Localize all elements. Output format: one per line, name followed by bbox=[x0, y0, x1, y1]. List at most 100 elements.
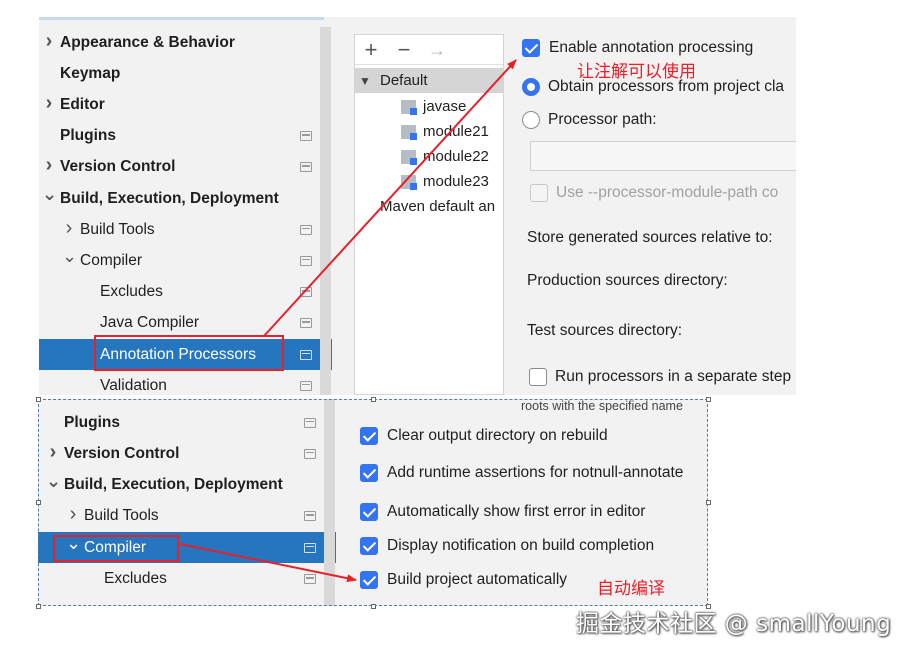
module-icon bbox=[401, 99, 417, 115]
add-icon[interactable]: + bbox=[359, 37, 383, 63]
run-separate-step-checkbox[interactable] bbox=[529, 368, 547, 386]
project-settings-icon bbox=[300, 131, 312, 142]
build-notification-checkbox[interactable] bbox=[360, 537, 378, 555]
project-settings-icon bbox=[300, 255, 312, 266]
project-settings-icon bbox=[304, 417, 316, 428]
sidebar-item[interactable]: › Build Tools bbox=[38, 501, 336, 532]
project-settings-icon bbox=[300, 349, 312, 360]
chevron-right-icon[interactable]: › bbox=[42, 154, 56, 177]
module-row[interactable]: module21 bbox=[355, 119, 503, 144]
sidebar-item[interactable]: Keymap bbox=[39, 58, 332, 89]
project-settings-icon bbox=[300, 287, 312, 298]
bottom-tree-scrollbar[interactable] bbox=[324, 399, 335, 606]
sidebar-item-label: Build Tools bbox=[80, 220, 155, 238]
processor-path-label: Processor path: bbox=[548, 111, 657, 128]
sidebar-item-label: Excludes bbox=[104, 570, 167, 587]
build-automatically-note: 自动编译 bbox=[597, 579, 665, 599]
processor-profile-list: + − → ▼ Default javase module21 module22… bbox=[354, 34, 504, 395]
project-settings-icon bbox=[300, 162, 312, 173]
sidebar-item-label: Validation bbox=[100, 376, 167, 394]
module-row[interactable]: module22 bbox=[355, 144, 503, 169]
sidebar-item[interactable]: Validation bbox=[39, 370, 332, 395]
profile-default[interactable]: ▼ Default bbox=[355, 68, 503, 93]
sidebar-item[interactable]: Excludes bbox=[39, 277, 332, 308]
run-separate-step-label: Run processors in a separate step bbox=[555, 368, 792, 385]
processor-path-input[interactable] bbox=[530, 141, 796, 171]
build-notification-label: Display notification on build completion bbox=[387, 537, 655, 554]
sidebar-item-label: Build, Execution, Deployment bbox=[60, 189, 279, 207]
resize-handle[interactable] bbox=[371, 397, 376, 402]
sidebar-item[interactable]: ⌄ Build, Execution, Deployment bbox=[38, 470, 336, 501]
production-sources-label: Production sources directory: bbox=[527, 272, 728, 289]
processor-path-radio[interactable] bbox=[522, 111, 540, 129]
show-first-error-checkbox[interactable] bbox=[360, 503, 378, 521]
chevron-down-icon[interactable]: ⌄ bbox=[42, 184, 57, 205]
sidebar-item[interactable]: › Appearance & Behavior bbox=[39, 27, 332, 58]
module-label: module22 bbox=[423, 148, 489, 165]
sidebar-item[interactable]: Plugins bbox=[39, 121, 332, 152]
clear-output-label: Clear output directory on rebuild bbox=[387, 427, 608, 444]
module-label: module23 bbox=[423, 173, 489, 190]
sidebar-item[interactable]: Plugins bbox=[38, 407, 336, 438]
processor-module-path-label: Use --processor-module-path co bbox=[556, 184, 779, 201]
move-icon[interactable]: → bbox=[425, 37, 449, 63]
sidebar-item[interactable]: Excludes bbox=[38, 564, 336, 595]
show-first-error-label: Automatically show first error in editor bbox=[387, 503, 646, 520]
chevron-right-icon[interactable]: › bbox=[46, 441, 60, 464]
top-settings-content: + − → ▼ Default javase module21 module22… bbox=[332, 17, 796, 395]
module-icon bbox=[401, 124, 417, 140]
watermark: 掘金技术社区 @ smallYoung bbox=[576, 611, 892, 637]
remove-icon[interactable]: − bbox=[392, 37, 416, 63]
module-icon bbox=[401, 149, 417, 165]
sidebar-item[interactable]: ⌄ Compiler bbox=[39, 245, 332, 276]
profile-maven-label: Maven default an bbox=[380, 198, 496, 215]
profile-maven-default[interactable]: Maven default an bbox=[355, 194, 503, 219]
enable-annotation-processing-checkbox[interactable] bbox=[522, 39, 540, 57]
profile-default-label: Default bbox=[380, 72, 428, 89]
sidebar-item[interactable]: › Build Tools bbox=[39, 214, 332, 245]
build-automatically-label: Build project automatically bbox=[387, 571, 568, 588]
resize-handle[interactable] bbox=[36, 397, 41, 402]
chevron-right-icon[interactable]: › bbox=[42, 30, 56, 53]
roots-hint-text: roots with the specified name bbox=[521, 399, 683, 413]
sidebar-item-label: Build, Execution, Deployment bbox=[64, 476, 283, 494]
build-automatically-checkbox[interactable] bbox=[360, 571, 378, 589]
sidebar-item-label: Plugins bbox=[64, 413, 120, 431]
clear-output-checkbox[interactable] bbox=[360, 427, 378, 445]
sidebar-item-label: Build Tools bbox=[84, 507, 159, 525]
project-settings-icon bbox=[300, 380, 312, 391]
resize-handle[interactable] bbox=[371, 604, 376, 609]
project-settings-icon bbox=[304, 542, 316, 553]
obtain-processors-radio[interactable] bbox=[522, 78, 540, 96]
sidebar-item[interactable]: ⌄ Build, Execution, Deployment bbox=[39, 183, 332, 214]
sidebar-item-label: Keymap bbox=[60, 64, 121, 82]
compiler-highlight bbox=[53, 535, 179, 562]
sidebar-item-label: Version Control bbox=[64, 444, 180, 462]
sidebar-item-label: Compiler bbox=[80, 251, 143, 269]
chevron-right-icon[interactable]: › bbox=[66, 503, 80, 526]
chevron-right-icon[interactable]: › bbox=[62, 217, 76, 240]
top-tree-scrollbar[interactable] bbox=[320, 27, 331, 395]
chevron-down-icon[interactable]: ⌄ bbox=[62, 246, 77, 267]
resize-handle[interactable] bbox=[706, 500, 711, 505]
resize-handle[interactable] bbox=[36, 604, 41, 609]
tree-top-border bbox=[39, 17, 324, 20]
enable-annotation-processing-label: Enable annotation processing bbox=[549, 39, 754, 56]
project-settings-icon bbox=[300, 224, 312, 235]
module-row[interactable]: module23 bbox=[355, 169, 503, 194]
resize-handle[interactable] bbox=[706, 397, 711, 402]
sidebar-item-label: Editor bbox=[60, 95, 105, 113]
processor-module-path-checkbox[interactable] bbox=[530, 184, 548, 202]
sidebar-item-label: Appearance & Behavior bbox=[60, 33, 235, 51]
runtime-assertions-checkbox[interactable] bbox=[360, 464, 378, 482]
module-row[interactable]: javase bbox=[355, 94, 503, 119]
chevron-down-icon[interactable]: ⌄ bbox=[46, 471, 61, 492]
resize-handle[interactable] bbox=[36, 500, 41, 505]
sidebar-item[interactable]: › Version Control bbox=[38, 438, 336, 469]
sidebar-item[interactable]: › Editor bbox=[39, 89, 332, 120]
chevron-down-icon: ▼ bbox=[359, 73, 371, 88]
sidebar-item[interactable]: › Version Control bbox=[39, 152, 332, 183]
runtime-assertions-label: Add runtime assertions for notnull-annot… bbox=[387, 464, 684, 481]
module-icon bbox=[401, 174, 417, 190]
chevron-right-icon[interactable]: › bbox=[42, 92, 56, 115]
